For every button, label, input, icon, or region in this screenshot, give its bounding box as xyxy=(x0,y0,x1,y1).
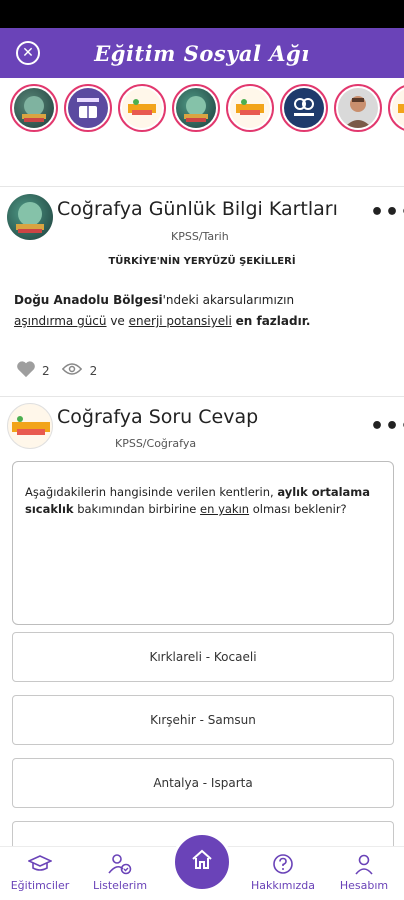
close-icon[interactable]: ✕ xyxy=(16,41,40,65)
body-bold: Doğu Anadolu Bölgesi xyxy=(14,293,163,307)
post-title[interactable]: Coğrafya Soru Cevap xyxy=(57,406,258,428)
app-title: Eğitim Sosyal Ağı xyxy=(94,40,310,66)
graduation-cap-icon xyxy=(0,853,80,875)
story-avatar-5[interactable] xyxy=(226,84,274,132)
body-underline: enerji potansiyeli xyxy=(128,314,232,328)
home-icon xyxy=(190,848,214,876)
post-category: KPSS/Tarih xyxy=(171,230,229,243)
app-bar: ✕ Eğitim Sosyal Ağı xyxy=(0,28,404,78)
story-avatar-6[interactable] xyxy=(280,84,328,132)
divider xyxy=(0,186,404,187)
person-photo-icon xyxy=(338,88,378,128)
globe-books-icon xyxy=(14,88,54,128)
banner-logo-icon xyxy=(230,88,270,128)
question-part: Aşağıdakilerin hangisinde verilen kentle… xyxy=(25,485,278,499)
answer-option[interactable]: Kırklareli - Kocaeli xyxy=(12,632,394,682)
heart-icon[interactable] xyxy=(16,360,36,381)
story-avatar-2[interactable] xyxy=(64,84,112,132)
body-text: ve xyxy=(106,314,129,328)
kpss-logo-icon xyxy=(284,88,324,128)
story-avatar-7[interactable] xyxy=(334,84,382,132)
body-text: 'ndeki akarsularımızın xyxy=(162,293,295,307)
banner-logo-icon xyxy=(12,416,50,435)
banner-logo-icon xyxy=(122,88,162,128)
body-underline: aşındırma gücü xyxy=(14,314,107,328)
post-body: Doğu Anadolu Bölgesi'ndeki akarsularımız… xyxy=(14,290,390,332)
answer-option[interactable]: Kırşehir - Samsun xyxy=(12,695,394,745)
post-avatar[interactable] xyxy=(7,403,53,449)
view-count: 2 xyxy=(89,363,98,378)
nav-label: Hesabım xyxy=(339,879,389,892)
post-heading: TÜRKİYE'NİN YERYÜZÜ ŞEKİLLERİ xyxy=(108,256,296,267)
eye-icon xyxy=(61,362,82,379)
post-title[interactable]: Coğrafya Günlük Bilgi Kartları xyxy=(57,198,338,220)
nav-item-hakkimizda[interactable]: Hakkımızda xyxy=(243,853,323,892)
story-avatar-3[interactable] xyxy=(118,84,166,132)
question-circle-icon xyxy=(243,853,323,875)
banner-logo-icon xyxy=(392,88,404,128)
story-avatar-1[interactable] xyxy=(10,84,58,132)
globe-books-icon xyxy=(16,202,44,233)
question-underline: en yakın xyxy=(200,502,250,516)
home-button[interactable] xyxy=(172,832,232,892)
post-avatar[interactable] xyxy=(7,194,53,240)
more-options-icon[interactable]: ••• xyxy=(370,414,404,439)
story-avatar-8[interactable] xyxy=(388,84,404,132)
divider xyxy=(0,396,404,397)
book-badge-icon xyxy=(68,88,108,128)
nav-label: Eğitimciler xyxy=(10,879,70,892)
post-category: KPSS/Coğrafya xyxy=(115,437,197,450)
like-count: 2 xyxy=(42,363,50,378)
nav-item-listelerim[interactable]: Listelerim xyxy=(80,853,160,892)
nav-label: Listelerim xyxy=(92,879,148,892)
globe-books-icon xyxy=(176,88,216,128)
answer-option[interactable]: Antalya - Isparta xyxy=(12,758,394,808)
question-text: Aşağıdakilerin hangisinde verilen kentle… xyxy=(25,484,377,518)
stories-row xyxy=(0,78,404,138)
post-stats: 2 2 xyxy=(16,360,97,381)
users-check-icon xyxy=(80,853,160,875)
person-icon xyxy=(324,853,404,875)
body-bold: en fazladır. xyxy=(235,314,311,328)
nav-item-hesabim[interactable]: Hesabım xyxy=(324,853,404,892)
status-bar xyxy=(0,0,404,28)
story-avatar-4[interactable] xyxy=(172,84,220,132)
nav-label: Hakkımızda xyxy=(250,879,316,892)
more-options-icon[interactable]: ••• xyxy=(370,200,404,225)
nav-item-egitimciler[interactable]: Eğitimciler xyxy=(0,853,80,892)
question-part: bakımından birbirine xyxy=(73,502,201,516)
question-part: olması beklenir? xyxy=(249,502,347,516)
question-box: Aşağıdakilerin hangisinde verilen kentle… xyxy=(12,461,394,625)
